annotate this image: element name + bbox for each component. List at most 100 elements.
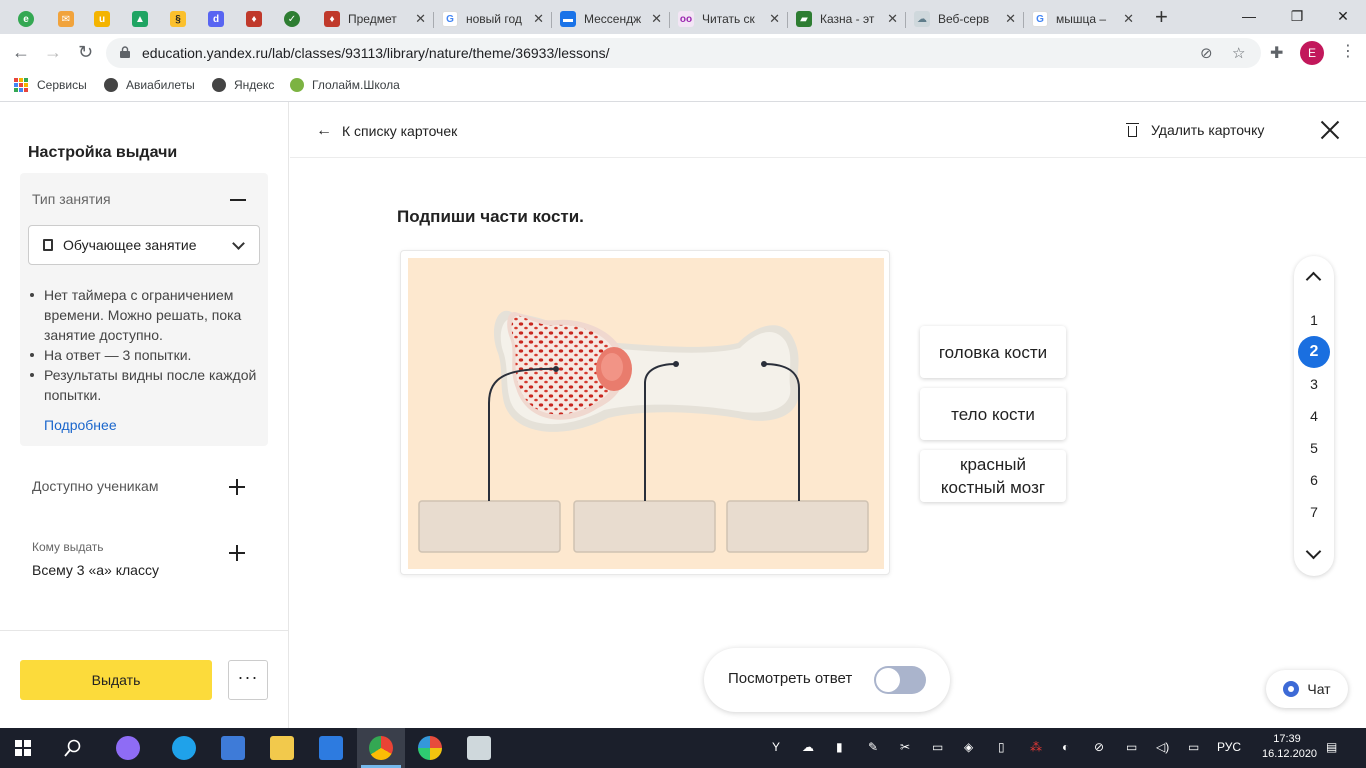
chrome-icon[interactable] (369, 736, 393, 760)
tab-kazna[interactable]: ▰ Казна - эт ✕ (788, 4, 906, 34)
plus-icon[interactable] (229, 479, 245, 495)
back-to-list-link[interactable]: ← К списку карточек (316, 122, 457, 140)
paint-icon[interactable] (467, 736, 491, 760)
new-tab-button[interactable]: + (1155, 6, 1168, 28)
show-answer-control: Посмотреть ответ (704, 648, 950, 712)
more-options-button[interactable]: ··· (228, 660, 268, 700)
bookmark-services[interactable]: Сервисы (14, 78, 87, 92)
windows-start-icon[interactable] (15, 740, 31, 756)
delete-card-button[interactable]: Удалить карточку (1126, 122, 1264, 138)
lesson-type-label: Тип занятия (32, 191, 111, 207)
language-indicator[interactable]: РУС (1217, 740, 1241, 754)
display-icon[interactable]: ▭ (932, 740, 943, 754)
browser-menu-icon[interactable]: ⋮ (1340, 41, 1356, 61)
glasses-icon: oo (678, 11, 694, 27)
wifi-off-icon[interactable]: ⊘ (1094, 740, 1104, 754)
collapse-icon[interactable] (230, 199, 246, 201)
page-2[interactable]: 2 (1298, 336, 1330, 368)
dots-icon[interactable]: ⁂ (1030, 740, 1042, 754)
close-icon[interactable]: ✕ (887, 11, 898, 27)
close-icon[interactable]: ✕ (769, 11, 780, 27)
page-3[interactable]: 3 (1298, 368, 1330, 400)
task-title: Подпиши части кости. (397, 207, 584, 226)
page-6[interactable]: 6 (1298, 464, 1330, 496)
lesson-type-section: Тип занятия Обучающее занятие Нет таймер… (20, 173, 268, 446)
tab-pinned-7[interactable]: ♦ (234, 4, 274, 34)
alice-icon[interactable] (116, 736, 140, 760)
microphone-icon[interactable]: ▮ (836, 740, 843, 754)
bookmark-glolime[interactable]: Глолайм.Школа (290, 78, 400, 92)
edge-icon[interactable] (172, 736, 196, 760)
app-icon[interactable] (418, 736, 442, 760)
clock[interactable]: 17:39 16.12.2020 (1262, 732, 1317, 762)
chevron-down-icon[interactable] (1305, 543, 1322, 560)
page-5[interactable]: 5 (1298, 432, 1330, 464)
tab-pinned-5[interactable]: § (158, 4, 198, 34)
tab-pinned-8[interactable]: ✓ (272, 4, 312, 34)
tab-pinned-3[interactable]: u (82, 4, 122, 34)
close-icon[interactable]: ✕ (651, 11, 662, 27)
search-icon[interactable] (64, 739, 82, 757)
tab-title: Казна - эт (820, 12, 875, 26)
close-icon[interactable] (1320, 120, 1340, 140)
volume-icon[interactable]: ◁) (1156, 740, 1169, 754)
mail-icon[interactable] (319, 736, 343, 760)
tab-predmet[interactable]: ♦ Предмет ✕ (316, 4, 434, 34)
tab-web-service[interactable]: ☁ Веб-серв ✕ (906, 4, 1024, 34)
tool-icon[interactable]: ✂ (900, 740, 910, 754)
star-icon[interactable]: ☆ (1232, 44, 1245, 62)
page-7[interactable]: 7 (1298, 496, 1330, 528)
tab-muscle[interactable]: Gмышца – ✕ (1024, 4, 1142, 34)
page-1[interactable]: 1 (1298, 304, 1330, 336)
close-icon[interactable]: ✕ (533, 11, 544, 27)
show-answer-toggle[interactable] (874, 666, 926, 694)
tab-pinned-1[interactable]: e (6, 4, 46, 34)
shield-icon[interactable]: ◈ (964, 740, 973, 754)
store-icon[interactable] (221, 736, 245, 760)
tab-new-year[interactable]: Gновый год ✕ (434, 4, 552, 34)
issue-button[interactable]: Выдать (20, 660, 212, 700)
tab-pinned-4[interactable]: ▲ (120, 4, 160, 34)
page-4[interactable]: 4 (1298, 400, 1330, 432)
close-icon[interactable]: ✕ (1005, 11, 1016, 27)
more-info-link[interactable]: Подробнее (44, 417, 117, 433)
lesson-type-value: Обучающее занятие (63, 237, 197, 253)
globe-icon (212, 78, 226, 92)
bookmark-avia[interactable]: Авиабилеты (104, 78, 195, 92)
address-bar[interactable]: education.yandex.ru/lab/classes/93113/li… (106, 38, 1261, 68)
tab-pinned-6[interactable]: d (196, 4, 236, 34)
back-arrow-icon[interactable]: ← (12, 42, 30, 62)
pen-icon[interactable]: ✎ (868, 740, 878, 754)
close-icon[interactable]: ✕ (415, 11, 426, 27)
eye-off-icon[interactable]: ⊘ (1200, 44, 1213, 62)
cloud-icon[interactable]: ☁ (802, 740, 814, 754)
plus-icon[interactable] (229, 545, 245, 561)
minimize-button[interactable]: — (1226, 4, 1272, 28)
chat-button[interactable]: Чат (1266, 670, 1348, 708)
word-card-body[interactable]: тело кости (920, 388, 1066, 440)
lock-icon (120, 46, 130, 58)
tab-messenger[interactable]: ▬ Мессендж ✕ (552, 4, 670, 34)
extensions-icon[interactable]: ✚ (1270, 43, 1283, 63)
lesson-type-select[interactable]: Обучающее занятие (28, 225, 260, 265)
window-close-button[interactable]: ✕ (1320, 4, 1366, 28)
bookmark-yandex[interactable]: Яндекс (212, 78, 274, 92)
word-card-marrow[interactable]: красный костный мозг (920, 450, 1066, 502)
profile-avatar[interactable]: E (1300, 41, 1324, 65)
word-card-head[interactable]: головка кости (920, 326, 1066, 378)
tab-pinned-2[interactable]: ✉ (46, 4, 86, 34)
tab-title: мышца – (1056, 12, 1107, 26)
battery-icon[interactable]: ▭ (1126, 740, 1137, 754)
maximize-button[interactable]: ❐ (1274, 4, 1320, 28)
reload-icon[interactable]: ↻ (78, 42, 93, 62)
network-globe-icon[interactable]: ◐ (1062, 740, 1069, 754)
tab-read[interactable]: oo Читать ск ✕ (670, 4, 788, 34)
yandex-icon[interactable]: Y (772, 740, 780, 754)
forward-arrow-icon[interactable]: → (44, 42, 62, 62)
chevron-up-icon[interactable] (1305, 271, 1322, 288)
notification-icon[interactable]: ▤ (1326, 740, 1337, 754)
close-icon[interactable]: ✕ (1123, 11, 1134, 27)
explorer-icon[interactable] (270, 736, 294, 760)
usb-icon[interactable]: ▯ (998, 740, 1005, 754)
desktop-icon[interactable]: ▭ (1188, 740, 1199, 754)
